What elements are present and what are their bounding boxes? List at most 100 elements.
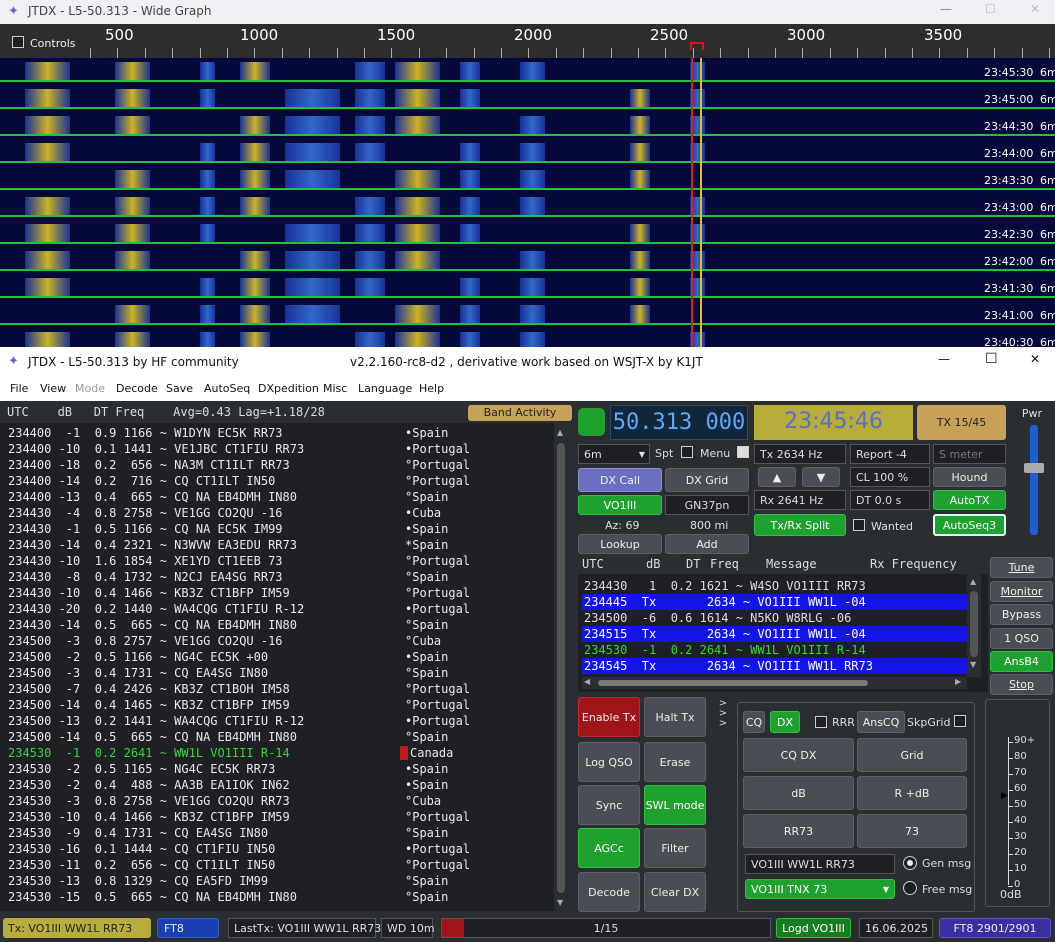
band-activity-row[interactable]: 234430 -1 0.5 1166 ~ CQ NA EC5K IM99 xyxy=(8,521,283,537)
pwr-slider-handle[interactable] xyxy=(1024,463,1044,473)
cq-dx-button[interactable]: CQ DX xyxy=(743,738,854,772)
rx-list-row[interactable]: 234530 -1 0.2 2641 ~ WW1L VO1III R-14 xyxy=(582,642,968,658)
band-activity-row[interactable]: 234430 -10 0.4 1466 ~ KB3Z CT1BFP IM59 xyxy=(8,585,290,601)
close-icon[interactable]: ✕ xyxy=(1030,2,1040,16)
rx-list-hscroll[interactable]: ◀ ▶ xyxy=(582,677,967,689)
menu-view[interactable]: View xyxy=(40,382,66,395)
menu-save[interactable]: Save xyxy=(166,382,193,395)
band-activity-row[interactable]: 234500 -2 0.5 1166 ~ NG4C EC5K +00 xyxy=(8,649,268,665)
band-activity-row[interactable]: 234530 -2 0.5 1165 ~ NG4C EC5K RR73 xyxy=(8,761,275,777)
decode-button[interactable]: Decode xyxy=(578,872,640,912)
rx-frequency-spin[interactable]: Rx 2641 Hz xyxy=(754,490,846,510)
close-icon[interactable]: ✕ xyxy=(1030,352,1040,366)
band-activity-row[interactable]: 234500 -3 0.8 2757 ~ VE1GG CO2QU -16 xyxy=(8,633,283,649)
rr73-button[interactable]: RR73 xyxy=(743,814,854,848)
band-activity-row[interactable]: 234400 -10 0.1 1441 ~ VE1JBC CT1FIU RR73 xyxy=(8,441,304,457)
erase-button[interactable]: Erase xyxy=(644,742,706,782)
menu-autoseq[interactable]: AutoSeq xyxy=(204,382,250,395)
band-activity-row[interactable]: 234530 -16 0.1 1444 ~ CQ CT1FIU IN50 xyxy=(8,841,275,857)
controls-checkbox[interactable] xyxy=(12,36,24,48)
band-activity-button[interactable]: Band Activity xyxy=(468,405,572,421)
menu-language[interactable]: Language xyxy=(358,382,412,395)
menu-decode[interactable]: Decode xyxy=(116,382,158,395)
gen-msg-radio[interactable] xyxy=(903,856,917,870)
maximize-icon[interactable]: ☐ xyxy=(985,2,996,16)
filter-button[interactable]: Filter xyxy=(644,828,706,868)
dt-spin[interactable]: DT 0.0 s xyxy=(850,490,930,510)
band-activity-row[interactable]: 234500 -14 0.4 1465 ~ KB3Z CT1BFP IM59 xyxy=(8,697,290,713)
band-activity-row[interactable]: 234500 -13 0.2 1441 ~ WA4CQG CT1FIU R-12 xyxy=(8,713,304,729)
band-activity-row[interactable]: 234430 -4 0.8 2758 ~ VE1GG CO2QU -16 xyxy=(8,505,283,521)
scroll-thumb[interactable] xyxy=(598,680,868,686)
dx-button[interactable]: DX xyxy=(770,711,800,733)
rx-list-row[interactable]: 234500 -6 0.6 1614 ~ N5KO W8RLG -06 xyxy=(582,610,968,626)
menu-checkbox[interactable] xyxy=(737,446,749,458)
rx-frequency-list[interactable]: 234430 1 0.2 1621 ~ W4SO VO1III RR73 2344… xyxy=(578,574,988,692)
scroll-thumb[interactable] xyxy=(557,443,565,893)
spt-checkbox[interactable] xyxy=(681,446,693,458)
band-activity-row[interactable]: 234530 -15 0.5 665 ~ CQ NA EB4DMH IN80 xyxy=(8,889,297,905)
waterfall[interactable]: 23:45:30 6m 23:45:00 6m 23:44:30 6m 23:44:00 6m… xyxy=(0,58,1055,347)
skpgrid-checkbox[interactable] xyxy=(954,715,966,727)
scroll-left-icon[interactable]: ◀ xyxy=(584,677,590,686)
rx-list-vscroll[interactable]: ▲ ▼ xyxy=(967,574,981,677)
ansb4-button[interactable]: AnsB4 xyxy=(990,651,1053,672)
band-activity-row[interactable]: 234430 -10 1.6 1854 ~ XE1YD CT1EEB 73 xyxy=(8,553,283,569)
dx-call-button[interactable]: DX Call xyxy=(578,468,662,492)
menu-dxpedition[interactable]: DXpedition xyxy=(258,382,319,395)
band-activity-row[interactable]: 234500 -3 0.4 1731 ~ CQ EA4SG IN80 xyxy=(8,665,268,681)
scroll-up-icon[interactable]: ▲ xyxy=(557,428,563,437)
report-spin[interactable]: Report -4 xyxy=(850,444,930,464)
agcc-button[interactable]: AGCc xyxy=(578,828,640,868)
rx-list-row[interactable]: 234445 Tx 2634 ~ VO1III WW1L -04 xyxy=(582,594,968,610)
band-activity-row[interactable]: 234530 -9 0.4 1731 ~ CQ EA4SG IN80 xyxy=(8,825,268,841)
band-activity-row[interactable]: 234530 -13 0.8 1329 ~ CQ EA5FD IM99 xyxy=(8,873,268,889)
clear-dx-button[interactable]: Clear DX xyxy=(644,872,706,912)
tune-button[interactable]: Tune xyxy=(990,557,1053,578)
smeter-field[interactable]: S meter xyxy=(933,444,1006,464)
band-activity-row[interactable]: 234430 -8 0.4 1732 ~ N2CJ EA4SG RR73 xyxy=(8,569,283,585)
r-db-button[interactable]: R +dB xyxy=(857,776,967,810)
autoseq3-button[interactable]: AutoSeq3 xyxy=(933,514,1006,536)
menu-misc[interactable]: Misc xyxy=(323,382,347,395)
rx-list-row[interactable]: 234430 1 0.2 1621 ~ W4SO VO1III RR73 xyxy=(582,578,968,594)
swl-mode-button[interactable]: SWL mode xyxy=(644,785,706,825)
enable-tx-button[interactable]: Enable Tx xyxy=(578,697,640,737)
pwr-slider-track[interactable] xyxy=(1030,425,1038,535)
rx-list-row[interactable]: 234545 Tx 2634 ~ VO1III WW1L RR73 xyxy=(582,658,968,674)
log-qso-button[interactable]: Log QSO xyxy=(578,742,640,782)
band-activity-row[interactable]: 234530 -10 0.4 1466 ~ KB3Z CT1BFP IM59 xyxy=(8,809,290,825)
dx-grid-button[interactable]: DX Grid xyxy=(665,468,749,492)
cl-spin[interactable]: CL 100 % xyxy=(850,467,930,487)
band-activity-row[interactable]: 234500 -7 0.4 2426 ~ KB3Z CT1BOH IM58 xyxy=(8,681,290,697)
scroll-thumb[interactable] xyxy=(970,591,978,657)
scroll-down-icon[interactable]: ▼ xyxy=(557,898,563,907)
dx-call-field[interactable]: VO1III xyxy=(578,495,662,515)
tx-period-button[interactable]: TX 15/45 xyxy=(917,405,1006,440)
tx-down-button[interactable]: ▼ xyxy=(802,467,840,487)
scroll-right-icon[interactable]: ▶ xyxy=(955,677,961,686)
band-activity-scrollbar[interactable]: ▲ ▼ xyxy=(554,423,568,911)
dx-grid-field[interactable]: GN37pn xyxy=(665,495,749,515)
band-activity-row[interactable]: 234400 -1 0.9 1166 ~ W1DYN EC5K RR73 xyxy=(8,425,283,441)
tx-rx-split-button[interactable]: Tx/Rx Split xyxy=(754,514,846,536)
anscq-button[interactable]: AnsCQ xyxy=(857,711,905,733)
autotx-button[interactable]: AutoTX xyxy=(933,490,1006,510)
menu-mode[interactable]: Mode xyxy=(75,382,105,395)
db-button[interactable]: dB xyxy=(743,776,854,810)
band-activity-list[interactable]: 234400 -1 0.9 1166 ~ W1DYN EC5K RR73 •Spa… xyxy=(0,423,568,911)
cq-button[interactable]: CQ xyxy=(743,711,765,733)
rx-list-row[interactable]: 234515 Tx 2634 ~ VO1III WW1L -04 xyxy=(582,626,968,642)
free-msg-radio[interactable] xyxy=(903,881,917,895)
band-select[interactable]: 6m ▼ xyxy=(578,444,650,464)
minimize-icon[interactable]: — xyxy=(938,352,950,366)
rrr-checkbox[interactable] xyxy=(815,716,827,728)
band-activity-row[interactable]: 234430 -14 0.5 665 ~ CQ NA EB4DMH IN80 xyxy=(8,617,297,633)
band-activity-row[interactable]: 234530 -1 0.2 2641 ~ WW1L VO1III R-14 xyxy=(8,745,290,761)
band-activity-row[interactable]: 234400 -14 0.2 716 ~ CQ CT1ILT IN50 xyxy=(8,473,275,489)
add-button[interactable]: Add xyxy=(665,534,749,554)
stop-button[interactable]: Stop xyxy=(990,674,1053,695)
band-activity-row[interactable]: 234500 -14 0.5 665 ~ CQ NA EB4DMH IN80 xyxy=(8,729,297,745)
wanted-checkbox[interactable] xyxy=(853,519,865,531)
scroll-down-icon[interactable]: ▼ xyxy=(970,660,976,669)
